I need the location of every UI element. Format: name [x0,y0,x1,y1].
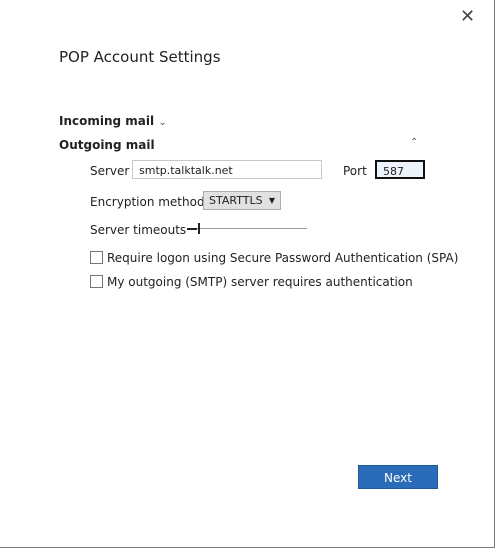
encryption-select[interactable]: STARTTLS ▼ [203,191,281,210]
auth-label[interactable]: My outgoing (SMTP) server requires authe… [107,275,413,289]
port-input[interactable]: 587 [375,160,425,179]
timeouts-slider-thumb[interactable] [198,223,201,234]
dialog-window: ✕ POP Account Settings Incoming mail ⌄ O… [0,0,495,548]
dropdown-arrow-icon: ▼ [268,196,275,205]
spa-label[interactable]: Require logon using Secure Password Auth… [107,251,458,265]
encryption-value: STARTTLS [209,194,263,207]
chevron-down-icon: ⌄ [158,117,167,128]
dialog-title: POP Account Settings [59,48,221,66]
outgoing-mail-label[interactable]: Outgoing mail [59,138,155,152]
incoming-mail-label: Incoming mail [59,114,155,128]
server-input[interactable]: smtp.talktalk.net [132,160,322,179]
spa-checkbox[interactable] [90,251,103,264]
encryption-label: Encryption method [90,195,205,209]
port-label: Port [343,164,367,178]
next-button[interactable]: Next [358,465,438,489]
server-timeouts-label: Server timeouts [90,223,187,237]
chevron-up-icon[interactable]: ⌃ [410,137,418,148]
close-icon[interactable]: ✕ [460,6,475,27]
timeouts-slider-fill [187,228,197,230]
timeouts-slider-track[interactable] [187,228,307,229]
server-label: Server [90,164,130,178]
auth-checkbox[interactable] [90,275,103,288]
incoming-mail-toggle[interactable]: Incoming mail ⌄ [59,114,167,128]
